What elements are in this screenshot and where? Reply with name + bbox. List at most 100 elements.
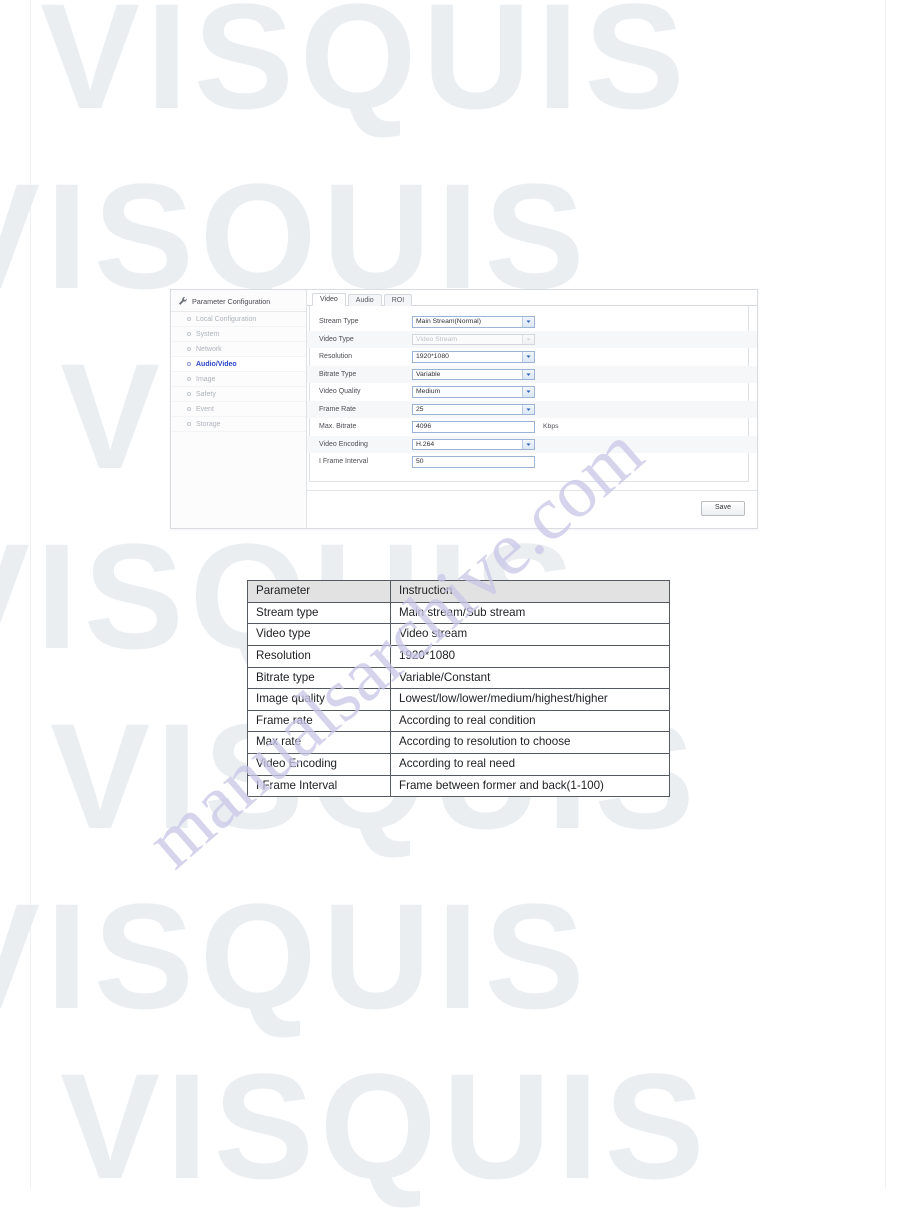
form-row-bitrate-type: Bitrate Type Variable [307,365,757,383]
cell-instruction: According to real need [390,753,670,776]
table-row: Bitrate type Variable/Constant [247,666,670,690]
form-row-video-quality: Video Quality Medium [307,383,757,401]
tab-label: Video [320,296,338,303]
sidebar-item-label: System [196,330,220,338]
video-quality-select[interactable]: Medium [412,386,535,398]
form-footer: Save [443,494,757,528]
sidebar-item-local-configuration[interactable]: Local Configuration [171,312,306,327]
sidebar-item-safety[interactable]: Safety [171,387,306,402]
sidebar-item-label: Local Configuration [196,315,257,323]
table-header-row: Parameter Instruction [247,580,670,603]
max-bitrate-label: Max. Bitrate [319,423,357,431]
sidebar-item-image[interactable]: Image [171,372,306,387]
radio-bullet-icon [187,317,191,321]
cell-parameter: I Frame Interval [247,774,391,798]
form-row-video-type: Video Type Video Stream [307,330,757,348]
video-quality-label: Video Quality [319,388,361,396]
table-row: Max rate According to resolution to choo… [247,731,670,755]
tab-video[interactable]: Video [312,292,346,306]
bitrate-type-value: Variable [416,370,441,378]
radio-bullet-icon [187,362,191,366]
chevron-down-icon[interactable] [522,317,534,327]
tab-roi[interactable]: ROI [383,293,413,306]
sidebar-header: Parameter Configuration [171,290,306,312]
table-row: Image quality Lowest/low/lower/medium/hi… [247,688,670,711]
resolution-value: 1920*1080 [416,353,449,361]
chevron-down-icon[interactable] [522,439,534,449]
radio-bullet-icon [187,422,191,426]
radio-bullet-icon [187,407,191,411]
sidebar-item-label: Network [196,345,222,353]
tab-strip: Video Audio ROI [307,290,757,306]
sidebar-item-label: Image [196,375,216,383]
i-frame-interval-value: 50 [416,458,424,466]
cell-parameter: Resolution [247,644,391,668]
stream-type-value: Main Stream(Normal) [416,318,481,326]
max-bitrate-input[interactable]: 4096 [412,421,535,433]
column-header-parameter: Parameter [247,580,391,603]
resolution-control: 1920*1080 [412,351,535,363]
form-row-max-bitrate: Max. Bitrate 4096 Kbps [307,418,757,436]
stream-type-select[interactable]: Main Stream(Normal) [412,316,535,328]
frame-rate-select[interactable]: 25 [412,403,535,415]
cell-parameter: Video type [247,623,391,646]
chevron-down-icon[interactable] [522,387,534,397]
form-row-resolution: Resolution 1920*1080 [307,348,757,366]
sidebar-item-system[interactable]: System [171,327,306,342]
sidebar-item-network[interactable]: Network [171,342,306,357]
cell-instruction: Video stream [390,623,670,646]
cell-parameter: Frame rate [247,709,391,733]
table-row: Video type Video stream [247,623,670,646]
radio-bullet-icon [187,347,191,351]
video-encoding-label: Video Encoding [319,440,368,448]
video-encoding-value: H.264 [416,440,435,448]
sidebar-item-label: Event [196,405,214,413]
wrench-icon [178,296,188,306]
i-frame-interval-input[interactable]: 50 [412,456,535,468]
save-button-label: Save [715,504,731,511]
table-row: I Frame Interval Frame between former an… [247,774,670,798]
table-row: Resolution 1920*1080 [247,644,670,668]
sidebar-item-audio-video[interactable]: Audio/Video [171,357,306,372]
video-type-select: Video Stream [412,333,535,345]
resolution-select[interactable]: 1920*1080 [412,351,535,363]
form-row-video-encoding: Video Encoding H.264 [307,435,757,453]
sidebar-item-event[interactable]: Event [171,402,306,417]
column-header-instruction: Instruction [390,580,670,603]
cell-parameter: Stream type [247,601,391,625]
cell-instruction: Variable/Constant [390,666,670,690]
table-row: Stream type Main stream/Sub stream [247,601,670,625]
video-type-control: Video Stream [412,333,535,345]
cell-instruction: 1920*1080 [390,644,670,668]
tab-audio[interactable]: Audio [347,293,382,306]
instruction-table: Parameter Instruction Stream type Main s… [247,580,670,798]
chevron-down-icon[interactable] [522,352,534,362]
video-encoding-control: H.264 [412,438,535,450]
stream-type-control: Main Stream(Normal) [412,316,535,328]
frame-rate-control: 25 [412,403,535,415]
sidebar-item-label: Storage [196,420,221,428]
bitrate-type-select[interactable]: Variable [412,368,535,380]
radio-bullet-icon [187,377,191,381]
save-button[interactable]: Save [701,501,745,516]
form-row-frame-rate: Frame Rate 25 [307,400,757,418]
chevron-down-icon[interactable] [522,369,534,379]
frame-rate-label: Frame Rate [319,405,356,413]
table-row: Video Encoding According to real need [247,753,670,776]
bitrate-type-control: Variable [412,368,535,380]
cell-instruction: Main stream/Sub stream [390,601,670,625]
video-type-label: Video Type [319,335,354,343]
chevron-down-icon[interactable] [522,404,534,414]
content-area: Video Audio ROI Stream Type Main Stream(… [307,290,757,528]
video-encoding-select[interactable]: H.264 [412,438,535,450]
i-frame-interval-label: I Frame Interval [319,458,369,466]
sidebar: Parameter Configuration Local Configurat… [171,290,307,528]
video-type-value: Video Stream [416,335,458,343]
sidebar-item-label: Audio/Video [196,360,237,368]
video-quality-control: Medium [412,386,535,398]
cell-parameter: Image quality [247,688,391,711]
sidebar-item-storage[interactable]: Storage [171,417,306,432]
form-row-i-frame-interval: I Frame Interval 50 [307,453,757,471]
max-bitrate-value: 4096 [416,423,432,431]
radio-bullet-icon [187,332,191,336]
